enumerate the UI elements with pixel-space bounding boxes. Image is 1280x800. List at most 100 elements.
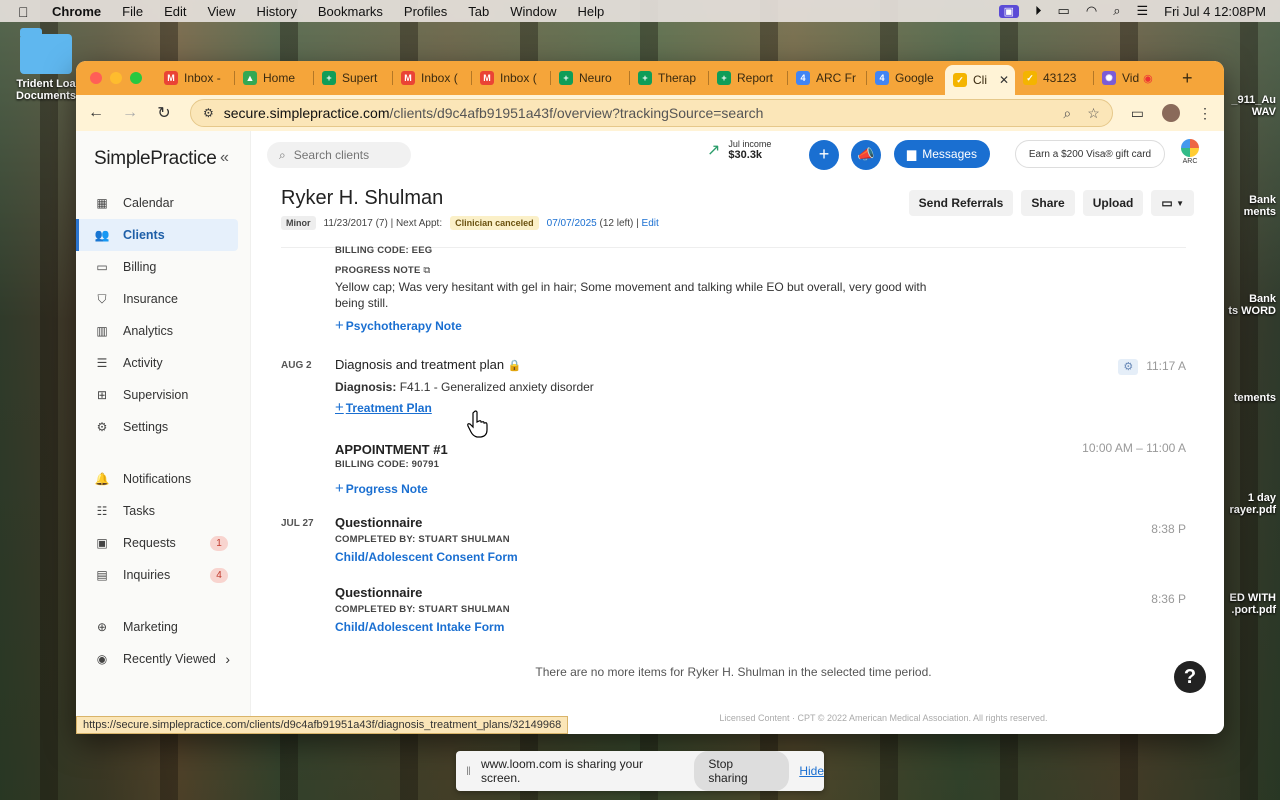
sidebar-item-label: Inquiries [123,568,171,582]
browser-tab[interactable]: + Therap [630,65,708,91]
sidebar-item-settings[interactable]: ⚙ Settings [76,411,250,443]
menu-file[interactable]: File [122,4,143,19]
sidebar-item-clients[interactable]: 👥 Clients [76,219,238,251]
zoom-icon[interactable]: ⌕ [1063,105,1071,122]
new-tab-button[interactable]: + [1182,68,1193,89]
sidebar-item-tasks[interactable]: ☷ Tasks [76,495,250,527]
search-icon[interactable]: ⌕ [1113,3,1120,19]
menu-tab[interactable]: Tab [468,4,489,19]
battery-icon[interactable]: ▭ [1058,3,1070,19]
menu-view[interactable]: View [207,4,235,19]
search-input[interactable] [293,148,394,162]
chat-dropdown-button[interactable]: ▭ ▼ [1151,190,1194,216]
client-search[interactable]: ⌕ [267,142,411,168]
close-window-button[interactable] [90,72,102,84]
chevron-right-icon[interactable]: › [225,651,230,667]
browser-tab[interactable]: M Inbox ( [472,65,550,91]
browser-tab[interactable]: + Supert [314,65,392,91]
edit-link[interactable]: Edit [642,218,659,229]
browser-tab[interactable]: ✺ Vid ◉ [1094,65,1172,91]
intake-form-link[interactable]: Child/Adolescent Intake Form [335,620,504,634]
menu-app-name[interactable]: Chrome [52,4,101,19]
close-tab-icon[interactable]: ✕ [999,73,1009,87]
sidebar-item-calendar[interactable]: ▦ Calendar [76,187,250,219]
screen-share-icon[interactable]: ▣ [998,4,1020,18]
browser-tab[interactable]: ✓ Cli ✕ [945,65,1015,95]
desktop-folder[interactable]: Trident Loa Documents [10,28,82,102]
browser-tab[interactable]: + Report [709,65,787,91]
apple-icon[interactable]:  [18,4,32,20]
site-info-icon[interactable]: ⚙ [203,106,214,120]
menu-help[interactable]: Help [578,4,605,19]
add-psychotherapy-note-link[interactable]: + Psychotherapy Note [335,317,462,334]
next-appointment-link[interactable]: 07/07/2025 [547,218,597,229]
tab-favicon-icon: + [638,71,652,85]
reload-button[interactable]: ↻ [156,103,172,123]
zoom-window-button[interactable] [130,72,142,84]
help-button[interactable]: ? [1174,661,1206,693]
sidebar-item-insurance[interactable]: ⛉ Insurance [76,283,250,315]
sidebar-item-notifications[interactable]: 🔔 Notifications [76,463,250,495]
bookmark-star-icon[interactable]: ☆ [1087,105,1100,122]
clock[interactable]: Fri Jul 4 12:08PM [1164,4,1266,19]
add-progress-note-link[interactable]: + Progress Note [335,480,428,497]
share-button[interactable]: Share [1021,190,1075,216]
menu-history[interactable]: History [256,4,296,19]
menu-edit[interactable]: Edit [164,4,186,19]
arc-logo[interactable]: ARC [1179,139,1201,165]
sidebar-item-billing[interactable]: ▭ Billing [76,251,250,283]
appointment-title[interactable]: APPOINTMENT #1 [335,442,448,457]
play-icon[interactable]: ⏵ [1035,3,1042,19]
browser-tab[interactable]: 4 Google [867,65,945,91]
browser-tab[interactable]: + Neuro [551,65,629,91]
income-label: Jul income [728,139,772,149]
profile-avatar[interactable] [1162,104,1180,122]
sidebar-item-analytics[interactable]: ▥ Analytics [76,315,250,347]
sidebar-item-recently-viewed[interactable]: ◉ Recently Viewed › [76,643,250,675]
drag-handle-icon[interactable]: ‖ [466,764,471,778]
browser-tab[interactable]: M Inbox ( [393,65,471,91]
hand-cursor-icon [467,410,488,438]
sidebar-item-supervision[interactable]: ⊞ Supervision [76,379,250,411]
announcements-button[interactable]: 📣 [851,140,881,170]
menu-window[interactable]: Window [510,4,556,19]
browser-tab[interactable]: ✓ 43123 [1015,65,1093,91]
tab-label: Report [737,71,774,85]
browser-tab[interactable]: M Inbox - [156,65,234,91]
wifi-icon[interactable]: ◠ [1086,3,1097,19]
sidebar-item-activity[interactable]: ☰ Activity [76,347,250,379]
no-more-items-text: There are no more items for Ryker H. Shu… [535,665,932,679]
browser-tab[interactable]: ▲ Home [235,65,313,91]
sidebar-item-marketing[interactable]: ⊕ Marketing [76,611,250,643]
forward-button[interactable]: → [122,104,138,122]
minimize-window-button[interactable] [110,72,122,84]
sidebar-item-inquiries[interactable]: ▤ Inquiries 4 [76,559,250,591]
sidebar-item-requests[interactable]: ▣ Requests 1 [76,527,250,559]
menu-profiles[interactable]: Profiles [404,4,447,19]
send-referrals-button[interactable]: Send Referrals [908,190,1014,216]
stop-sharing-button[interactable]: Stop sharing [694,751,790,791]
more-menu-icon[interactable]: ⋮ [1198,105,1212,122]
questionnaire-title[interactable]: Questionnaire [335,515,422,530]
back-button[interactable]: ← [88,104,104,122]
date-aug-2: AUG 2 [281,360,312,371]
upload-button[interactable]: Upload [1082,190,1144,216]
control-center-icon[interactable]: ☰ [1136,3,1148,19]
copy-icon[interactable]: ⧉ [423,265,430,276]
questionnaire-completed-by: COMPLETED BY: STUART SHULMAN [335,534,510,545]
add-button[interactable]: + [809,140,839,170]
sessions-left: (12 left) | [599,217,639,229]
add-treatment-plan-link[interactable]: + Treatment Plan [335,399,432,416]
cast-icon[interactable]: ▭ [1131,105,1144,122]
collapse-sidebar-icon[interactable]: « [220,149,229,167]
hide-button[interactable]: Hide [799,764,824,778]
questionnaire-title[interactable]: Questionnaire [335,585,422,600]
address-bar[interactable]: ⚙ secure.simplepractice.com/clients/d9c4… [190,99,1113,127]
browser-tab[interactable]: 4 ARC Fr [788,65,866,91]
diagnosis-title[interactable]: Diagnosis and treatment plan 🔒 [335,357,521,372]
messages-button[interactable]: ▆ Messages [894,140,990,168]
income-widget[interactable]: ↗ Jul income $30.3k [707,139,771,161]
gift-card-button[interactable]: Earn a $200 Visa® gift card [1015,140,1165,168]
menu-bookmarks[interactable]: Bookmarks [318,4,383,19]
consent-form-link[interactable]: Child/Adolescent Consent Form [335,550,518,564]
